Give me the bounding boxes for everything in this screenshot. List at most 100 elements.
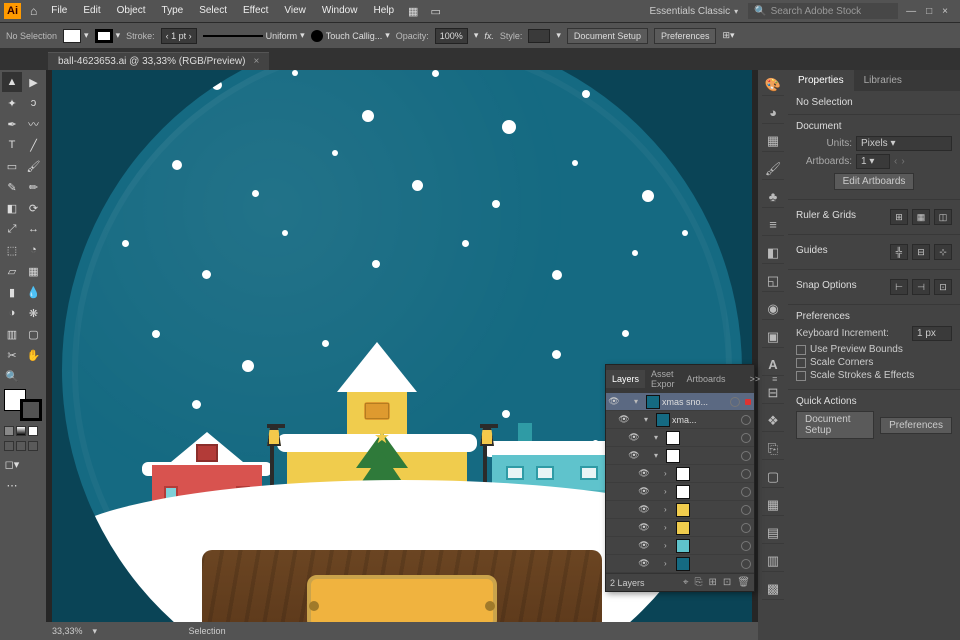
window-close[interactable]: × xyxy=(942,6,948,17)
hand-tool[interactable]: ✋ xyxy=(24,345,44,365)
quick-document-setup-button[interactable]: Document Setup xyxy=(796,411,874,439)
menu-effect[interactable]: Effect xyxy=(235,0,276,22)
draw-inside-icon[interactable] xyxy=(28,441,38,451)
pencil-tool[interactable]: ✏ xyxy=(24,177,44,197)
panel-graphicstyles-icon[interactable]: ▣ xyxy=(762,326,784,348)
target-icon[interactable] xyxy=(730,397,740,407)
selection-tool[interactable]: ▲ xyxy=(2,72,22,92)
line-tool[interactable]: ╱ xyxy=(24,135,44,155)
panel-lib3-icon[interactable]: ▥ xyxy=(762,550,784,572)
transparency-grid-icon[interactable]: ◫ xyxy=(934,209,952,225)
layer-row[interactable]: 👁› xyxy=(606,519,754,537)
artboards-dropdown[interactable]: 1 ▾ xyxy=(856,154,890,169)
grid-icon[interactable]: ▦ xyxy=(912,209,930,225)
tab-artboards[interactable]: Artboards xyxy=(681,370,732,388)
locate-layer-icon[interactable]: ⌖ xyxy=(683,577,689,588)
edit-artboards-button[interactable]: Edit Artboards xyxy=(834,173,915,190)
gradient-tool[interactable]: ▮ xyxy=(2,282,22,302)
panel-lib2-icon[interactable]: ▤ xyxy=(762,522,784,544)
guides-smart-icon[interactable]: ⊹ xyxy=(934,244,952,260)
tab-properties[interactable]: Properties xyxy=(788,70,854,91)
artboard-tool[interactable]: ▢ xyxy=(24,324,44,344)
new-layer-icon[interactable]: ⊡ xyxy=(723,577,731,588)
bridge-icon[interactable]: ▦ xyxy=(402,5,424,18)
window-maximize[interactable]: □ xyxy=(926,6,932,17)
panel-colorguide-icon[interactable]: ◕ xyxy=(762,102,784,124)
panel-lib1-icon[interactable]: ▦ xyxy=(762,494,784,516)
snap-grid-icon[interactable]: ⊣ xyxy=(912,279,930,295)
profile-dropdown[interactable]: Uniform▾ xyxy=(203,30,305,41)
delete-layer-icon[interactable]: 🗑 xyxy=(737,577,750,588)
slice-tool[interactable]: ✂ xyxy=(2,345,22,365)
checkbox-scale-corners[interactable]: Scale Corners xyxy=(796,357,952,368)
width-tool[interactable]: ↔ xyxy=(24,219,44,239)
panel-transparency-icon[interactable]: ◱ xyxy=(762,270,784,292)
units-dropdown[interactable]: Pixels ▾ xyxy=(856,136,952,151)
fill-swatch-group[interactable]: ▾ xyxy=(63,29,89,43)
panel-stroke-icon[interactable]: ≡ xyxy=(762,214,784,236)
layer-row[interactable]: 👁› xyxy=(606,555,754,573)
layer-name[interactable]: xma... xyxy=(672,415,739,425)
panel-swatches-icon[interactable]: ▦ xyxy=(762,130,784,152)
home-icon[interactable]: ⌂ xyxy=(24,4,43,18)
tab-layers[interactable]: Layers xyxy=(606,370,645,388)
layer-row[interactable]: 👁▾ xyxy=(606,429,754,447)
checkbox-scale-strokes[interactable]: Scale Strokes & Effects xyxy=(796,370,952,381)
shape-builder-tool[interactable]: ◔ xyxy=(24,240,44,260)
pen-tool[interactable]: ✒ xyxy=(2,114,22,134)
fx-icon[interactable]: fx. xyxy=(484,31,494,41)
eraser-tool[interactable]: ◧ xyxy=(2,198,22,218)
prev-artboard-icon[interactable]: ‹ xyxy=(894,156,897,167)
guides-show-icon[interactable]: ╬ xyxy=(890,244,908,260)
magic-wand-tool[interactable]: ✦ xyxy=(2,93,22,113)
panel-more-icon[interactable]: >> xyxy=(744,370,767,388)
stroke-swatch[interactable] xyxy=(95,29,113,43)
blend-tool[interactable]: ◑ xyxy=(2,303,22,323)
panel-assets-icon[interactable]: ⎘ xyxy=(762,438,784,460)
search-input[interactable]: 🔍 Search Adobe Stock xyxy=(748,3,898,19)
panel-brushes-icon[interactable]: 🖌 xyxy=(762,158,784,180)
arrange-icon[interactable]: ▭ xyxy=(424,5,446,18)
target-icon[interactable] xyxy=(741,415,751,425)
stroke-color[interactable] xyxy=(20,399,42,421)
edit-toolbar-button[interactable]: ⋯ xyxy=(2,475,22,495)
menu-file[interactable]: File xyxy=(43,0,75,22)
document-setup-button[interactable]: Document Setup xyxy=(567,28,648,44)
style-swatch[interactable] xyxy=(528,29,550,43)
eyedropper-tool[interactable]: 💧 xyxy=(24,282,44,302)
checkbox-preview-bounds[interactable]: Use Preview Bounds xyxy=(796,344,952,355)
panel-artboards-icon[interactable]: ▢ xyxy=(762,466,784,488)
layer-row[interactable]: 👁› xyxy=(606,483,754,501)
layer-row[interactable]: 👁▾ xyxy=(606,447,754,465)
tab-asset-export[interactable]: Asset Expor xyxy=(645,365,681,393)
window-minimize[interactable]: — xyxy=(906,6,916,17)
layers-panel[interactable]: Layers Asset Expor Artboards >> ≡ 👁 ▾ xm… xyxy=(605,364,755,592)
panel-symbols-icon[interactable]: ♣ xyxy=(762,186,784,208)
quick-preferences-button[interactable]: Preferences xyxy=(880,417,952,434)
panel-lib4-icon[interactable]: ▩ xyxy=(762,578,784,600)
rotate-tool[interactable]: ⟳ xyxy=(24,198,44,218)
menu-window[interactable]: Window xyxy=(314,0,366,22)
color-solid-icon[interactable] xyxy=(4,426,14,436)
layer-row[interactable]: 👁› xyxy=(606,537,754,555)
layer-row[interactable]: 👁› xyxy=(606,501,754,519)
zoom-tool[interactable]: 🔍 xyxy=(2,366,22,386)
type-tool[interactable]: T xyxy=(2,135,22,155)
align-icon[interactable]: ⊞▾ xyxy=(722,30,734,41)
direct-selection-tool[interactable]: ▶ xyxy=(24,72,44,92)
visibility-icon[interactable]: 👁 xyxy=(608,396,620,407)
menu-select[interactable]: Select xyxy=(191,0,235,22)
menu-edit[interactable]: Edit xyxy=(75,0,108,22)
mesh-tool[interactable]: ▦ xyxy=(24,261,44,281)
preferences-button[interactable]: Preferences xyxy=(654,28,717,44)
scale-tool[interactable]: ⤢ xyxy=(2,219,22,239)
rectangle-tool[interactable]: ▭ xyxy=(2,156,22,176)
menu-type[interactable]: Type xyxy=(154,0,192,22)
panel-layers-icon[interactable]: ❖ xyxy=(762,410,784,432)
snap-pixel-icon[interactable]: ⊡ xyxy=(934,279,952,295)
ruler-icon[interactable]: ⊞ xyxy=(890,209,908,225)
symbol-sprayer-tool[interactable]: ❋ xyxy=(24,303,44,323)
panel-appearance-icon[interactable]: ◉ xyxy=(762,298,784,320)
layer-row[interactable]: 👁› xyxy=(606,465,754,483)
draw-behind-icon[interactable] xyxy=(16,441,26,451)
